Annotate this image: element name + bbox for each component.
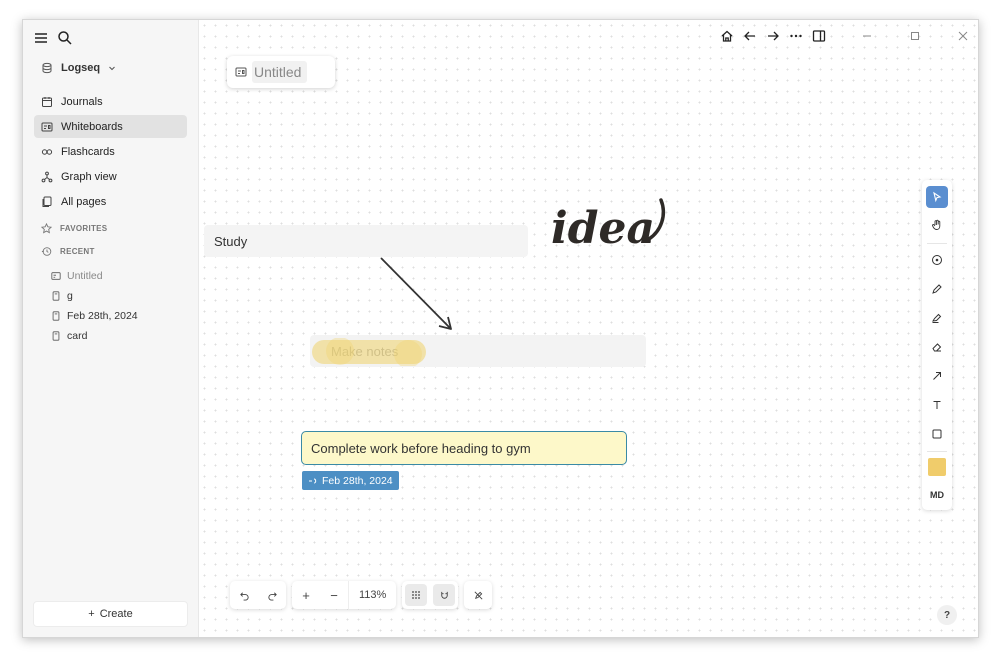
- history-icon: [41, 247, 52, 256]
- task-block[interactable]: Complete work before heading to gym: [301, 431, 627, 465]
- sidebar-top-icons: [33, 30, 73, 46]
- shape-tool-button[interactable]: [926, 423, 948, 445]
- pen-tool-button[interactable]: [926, 278, 948, 300]
- menu-icon[interactable]: [33, 30, 49, 46]
- whiteboard-canvas[interactable]: Untitled idea Study Make notes Complete …: [199, 20, 978, 637]
- tools-toolbar: MD: [922, 180, 952, 510]
- sidebar-item-all-pages[interactable]: All pages: [34, 190, 187, 213]
- eraser-tool-button[interactable]: [926, 336, 948, 358]
- search-icon[interactable]: [57, 30, 73, 46]
- grid-toggle-button[interactable]: [405, 584, 427, 606]
- add-block-tool-button[interactable]: [926, 249, 948, 271]
- undo-button[interactable]: [230, 581, 258, 609]
- pen-off-icon: [474, 591, 482, 599]
- hand-icon: [932, 219, 941, 230]
- page-icon: [52, 311, 60, 321]
- grid-icon: [412, 591, 420, 599]
- whiteboard-icon: [51, 272, 61, 280]
- graph-icon: [41, 171, 53, 182]
- highlighter-tool-button[interactable]: [926, 307, 948, 329]
- favorites-header[interactable]: FAVORITES: [41, 223, 107, 234]
- connector-tool-button[interactable]: [926, 365, 948, 387]
- snap-toggle-button[interactable]: [433, 584, 455, 606]
- zoom-level[interactable]: 113%: [348, 581, 396, 609]
- zoom-out-button[interactable]: −: [320, 581, 348, 609]
- graph-name: Logseq: [61, 62, 101, 74]
- arrow-up-right-icon: [933, 372, 941, 380]
- page-icon: [52, 291, 60, 301]
- highlighter-stroke[interactable]: [310, 338, 430, 366]
- sidebar-item-label: Flashcards: [61, 145, 115, 158]
- link-icon: [309, 478, 317, 483]
- sidebar-nav: Journals Whiteboards Flashcards Graph vi…: [34, 90, 187, 215]
- pen-mode-button[interactable]: [464, 581, 492, 609]
- sidebar-item-journals[interactable]: Journals: [34, 90, 187, 113]
- infinity-icon: [41, 148, 53, 155]
- sidebar-item-whiteboards[interactable]: Whiteboards: [34, 115, 187, 138]
- recent-item-card[interactable]: card: [51, 326, 138, 346]
- grid-snap-controls: [402, 581, 458, 609]
- star-icon: [41, 223, 52, 234]
- highlighter-icon: [932, 313, 942, 323]
- text-icon: [933, 401, 941, 409]
- magnet-icon: [440, 591, 448, 599]
- recent-header[interactable]: RECENT: [41, 246, 95, 257]
- select-tool-button[interactable]: [926, 186, 948, 208]
- whiteboard-icon: [41, 122, 53, 131]
- minus-icon: −: [330, 587, 338, 603]
- zoom-controls: + − 113%: [292, 581, 397, 609]
- sidebar-item-graph-view[interactable]: Graph view: [34, 165, 187, 188]
- zoom-in-button[interactable]: +: [292, 581, 320, 609]
- plus-icon: +: [302, 587, 310, 603]
- app-window: Logseq Journals Whiteboards Flashcards G…: [22, 19, 979, 638]
- recent-item-untitled[interactable]: Untitled: [51, 266, 138, 286]
- cursor-icon: [933, 191, 942, 203]
- pen-mode-controls: [464, 581, 492, 609]
- chevron-down-icon: [109, 66, 115, 71]
- markdown-button[interactable]: MD: [926, 485, 948, 505]
- database-icon: [42, 62, 52, 74]
- sidebar-item-flashcards[interactable]: Flashcards: [34, 140, 187, 163]
- circle-plus-icon: [932, 255, 942, 265]
- create-button[interactable]: + Create: [33, 601, 188, 627]
- recent-list: Untitled g Feb 28th, 2024 card: [51, 266, 138, 346]
- calendar-icon: [42, 96, 52, 107]
- redo-button[interactable]: [258, 581, 286, 609]
- recent-item-g[interactable]: g: [51, 286, 138, 306]
- history-controls: [230, 581, 286, 609]
- date-tag[interactable]: Feb 28th, 2024: [302, 471, 399, 490]
- text-tool-button[interactable]: [926, 394, 948, 416]
- square-icon: [932, 429, 942, 439]
- left-sidebar: Logseq Journals Whiteboards Flashcards G…: [23, 20, 199, 637]
- sidebar-item-label: Whiteboards: [61, 120, 123, 133]
- pencil-icon: [932, 284, 942, 294]
- pan-tool-button[interactable]: [926, 214, 948, 236]
- sidebar-item-label: Graph view: [61, 170, 117, 183]
- pages-icon: [42, 196, 52, 207]
- color-swatch[interactable]: [928, 458, 946, 476]
- redo-icon: [267, 591, 277, 601]
- sidebar-item-label: All pages: [61, 195, 107, 208]
- graph-selector[interactable]: Logseq: [41, 62, 116, 74]
- page-icon: [52, 331, 60, 341]
- sidebar-item-label: Journals: [61, 95, 103, 108]
- undo-icon: [239, 591, 249, 601]
- eraser-icon: [932, 343, 942, 352]
- plus-icon: +: [88, 608, 95, 620]
- recent-item-feb-28[interactable]: Feb 28th, 2024: [51, 306, 138, 326]
- help-button[interactable]: ?: [937, 605, 957, 625]
- connector-arrow[interactable]: [199, 20, 979, 638]
